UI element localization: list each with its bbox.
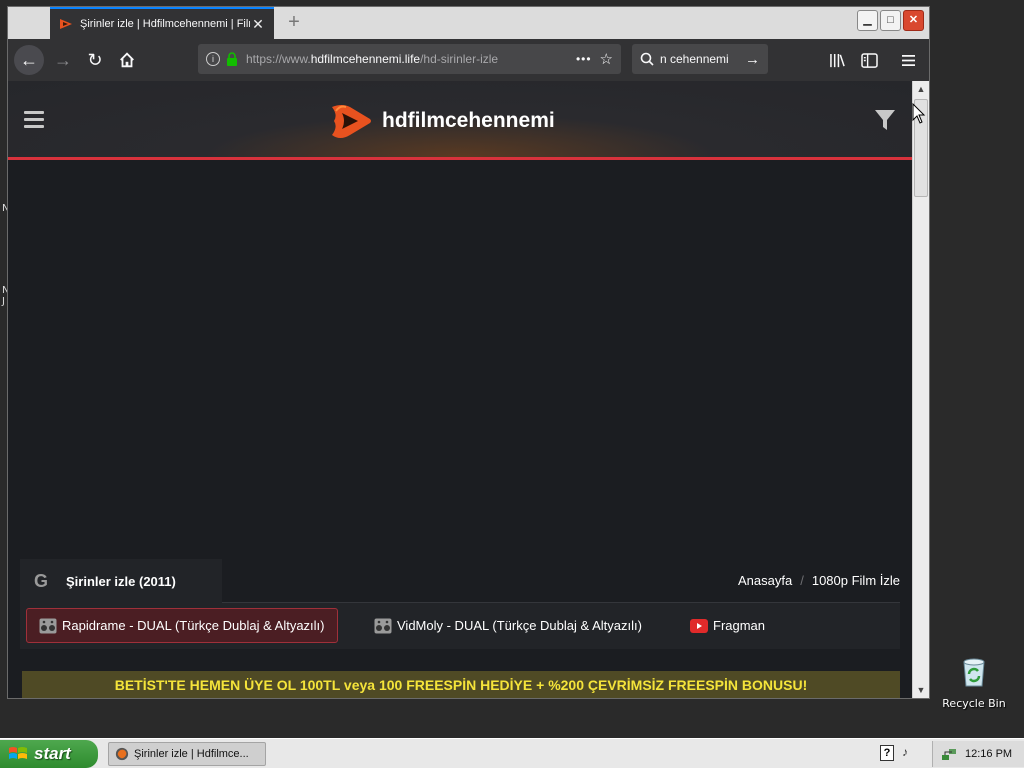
minimize-button[interactable]: ▁ bbox=[857, 10, 878, 31]
bookmark-star-icon[interactable]: ☆ bbox=[600, 50, 613, 68]
movie-title-box: G Şirinler izle (2011) bbox=[20, 559, 222, 603]
source-tab-vidmoly[interactable]: VidMoly - DUAL (Türkçe Dublaj & Altyazıl… bbox=[362, 608, 654, 643]
network-icon[interactable] bbox=[941, 746, 957, 762]
source-tab-label: Fragman bbox=[713, 618, 766, 633]
address-bar[interactable]: i https://www.hdfilmcehennemi.life/hd-si… bbox=[198, 44, 621, 74]
scroll-down-arrow-icon[interactable]: ▼ bbox=[913, 682, 929, 698]
menu-icon[interactable] bbox=[897, 49, 919, 71]
breadcrumb-current-link[interactable]: 1080p Film İzle bbox=[812, 573, 900, 588]
google-icon: G bbox=[34, 570, 49, 591]
site-header: hdfilmcehennemi bbox=[8, 81, 912, 160]
system-tray: 12:16 PM bbox=[932, 741, 1024, 767]
home-icon bbox=[120, 52, 134, 68]
sidebar-icon[interactable] bbox=[858, 49, 880, 71]
search-input[interactable]: n cehennemi bbox=[660, 52, 745, 66]
site-favicon-icon bbox=[60, 19, 72, 29]
taskbar-item-browser[interactable]: Şirinler izle | Hdfilmce... bbox=[108, 742, 266, 766]
site-info-icon[interactable]: i bbox=[206, 52, 220, 66]
lock-icon bbox=[227, 52, 237, 66]
help-icon[interactable]: ? bbox=[880, 745, 894, 761]
source-tab-fragman[interactable]: Fragman bbox=[678, 608, 777, 643]
recycle-bin-icon bbox=[963, 658, 985, 687]
volume-icon[interactable]: ♪ bbox=[902, 745, 908, 759]
tab-bar: Şirinler izle | Hdfilmcehennemi | Film ✕… bbox=[8, 7, 929, 39]
breadcrumb: Anasayfa / 1080p Film İzle bbox=[738, 573, 900, 588]
reload-button[interactable]: ↻ bbox=[80, 45, 110, 75]
breadcrumb-home-link[interactable]: Anasayfa bbox=[738, 573, 792, 588]
tab-title: Şirinler izle | Hdfilmcehennemi | Film bbox=[80, 18, 250, 30]
source-tab-label: Rapidrame - DUAL (Türkçe Dublaj & Altyaz… bbox=[62, 618, 325, 633]
video-player-area[interactable] bbox=[8, 163, 912, 553]
site-logo[interactable]: hdfilmcehennemi bbox=[328, 101, 555, 141]
page-actions-button[interactable]: ••• bbox=[576, 52, 592, 66]
navigation-toolbar: ← → ↻ i https://www.hdfilmcehennemi.life… bbox=[8, 39, 929, 81]
speaker-icon bbox=[374, 618, 392, 633]
home-button[interactable] bbox=[112, 45, 142, 75]
site-name: hdfilmcehennemi bbox=[382, 109, 555, 132]
filter-icon[interactable] bbox=[874, 108, 896, 132]
library-icon[interactable] bbox=[826, 49, 848, 71]
windows-flag-icon bbox=[9, 747, 27, 759]
speaker-icon bbox=[39, 618, 57, 633]
desktop-icon-label-fragment: J bbox=[2, 296, 5, 307]
forward-button[interactable]: → bbox=[48, 45, 78, 75]
mouse-cursor-icon bbox=[912, 103, 926, 124]
movie-info-bar: G Şirinler izle (2011) Anasayfa / 1080p Fi… bbox=[20, 557, 900, 603]
recycle-bin[interactable]: Recycle Bin bbox=[942, 656, 1006, 710]
firefox-icon bbox=[115, 747, 129, 761]
tab-close-icon[interactable]: ✕ bbox=[250, 16, 266, 33]
ad-banner[interactable]: BETİST'TE HEMEN ÜYE OL 100TL veya 100 FR… bbox=[22, 671, 900, 698]
movie-title: Şirinler izle (2011) bbox=[66, 573, 176, 589]
page-content: hdfilmcehennemi G Şirinler izle (2011) A… bbox=[8, 81, 912, 698]
clock[interactable]: 12:16 PM bbox=[965, 748, 1012, 760]
youtube-icon bbox=[690, 618, 708, 633]
url-prefix: https://www. bbox=[246, 52, 311, 66]
url-text: https://www.hdfilmcehennemi.life/hd-siri… bbox=[246, 52, 568, 66]
taskbar: start Şirinler izle | Hdfilmce... ? ♪ 12… bbox=[0, 738, 1024, 768]
recycle-bin-label: Recycle Bin bbox=[942, 697, 1006, 710]
source-tab-label: VidMoly - DUAL (Türkçe Dublaj & Altyazıl… bbox=[397, 618, 642, 633]
search-icon bbox=[640, 52, 654, 66]
url-domain: hdfilmcehennemi.life bbox=[310, 52, 421, 66]
browser-tab-active[interactable]: Şirinler izle | Hdfilmcehennemi | Film ✕ bbox=[50, 7, 274, 39]
search-go-icon[interactable]: → bbox=[745, 51, 760, 68]
breadcrumb-separator: / bbox=[800, 573, 804, 588]
source-tab-rapidrame[interactable]: Rapidrame - DUAL (Türkçe Dublaj & Altyaz… bbox=[26, 608, 338, 643]
new-tab-button[interactable]: + bbox=[282, 11, 306, 35]
search-bar[interactable]: n cehennemi → bbox=[632, 44, 768, 74]
close-window-button[interactable]: ✕ bbox=[903, 10, 924, 31]
browser-window: Şirinler izle | Hdfilmcehennemi | Film ✕… bbox=[7, 6, 930, 699]
site-menu-icon[interactable] bbox=[24, 111, 44, 129]
flame-play-logo-icon bbox=[332, 105, 371, 138]
scroll-up-arrow-icon[interactable]: ▲ bbox=[913, 81, 929, 97]
start-button[interactable]: start bbox=[0, 740, 98, 768]
back-button[interactable]: ← bbox=[14, 45, 44, 75]
taskbar-item-label: Şirinler izle | Hdfilmce... bbox=[134, 748, 249, 760]
maximize-button[interactable]: □ bbox=[880, 10, 901, 31]
start-label: start bbox=[34, 744, 71, 763]
url-path: /hd-sirinler-izle bbox=[420, 52, 499, 66]
page-scrollbar[interactable]: ▲ ▼ bbox=[912, 81, 929, 698]
video-source-tabs: Rapidrame - DUAL (Türkçe Dublaj & Altyaz… bbox=[20, 603, 900, 649]
